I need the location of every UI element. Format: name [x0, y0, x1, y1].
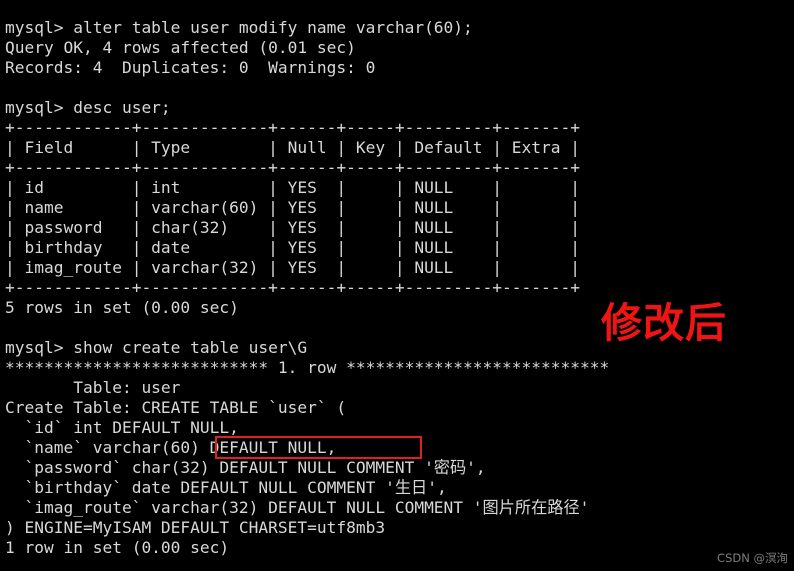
terminal-line: mysql> alter table user modify name varc…	[5, 18, 473, 37]
create-table-engine-line: ) ENGINE=MyISAM DEFAULT CHARSET=utf8mb3	[5, 518, 386, 537]
terminal-line: mysql> desc user;	[5, 98, 171, 117]
desc-table-header-row: | Field | Type | Null | Key | Default | …	[5, 138, 580, 157]
terminal-window[interactable]: mysql> alter table user modify name varc…	[0, 0, 794, 571]
create-table-column-name: `name` varchar(60) DEFAULT NULL,	[5, 438, 337, 457]
create-table-column-birthday: `birthday` date DEFAULT NULL COMMENT '生日…	[5, 478, 447, 497]
desc-table-separator-header: +------------+-------------+------+-----…	[5, 158, 580, 177]
create-table-statement-line: Create Table: CREATE TABLE `user` (	[5, 398, 347, 417]
create-table-column-password: `password` char(32) DEFAULT NULL COMMENT…	[5, 458, 486, 477]
desc-table-row: | password | char(32) | YES | | NULL | |	[5, 218, 580, 237]
desc-table-row: | id | int | YES | | NULL | |	[5, 178, 580, 197]
desc-table-separator-top: +------------+-------------+------+-----…	[5, 118, 580, 137]
create-table-name-line: Table: user	[5, 378, 181, 397]
annotation-label-after-modification: 修改后	[601, 299, 727, 347]
terminal-line: Query OK, 4 rows affected (0.01 sec)	[5, 38, 356, 57]
create-table-column-imag-route: `imag_route` varchar(32) DEFAULT NULL CO…	[5, 498, 590, 517]
create-table-column-id: `id` int DEFAULT NULL,	[5, 418, 239, 437]
csdn-watermark: CSDN @溟洵	[717, 551, 788, 565]
create-row-count: 1 row in set (0.00 sec)	[5, 538, 230, 557]
desc-table-row: | imag_route | varchar(32) | YES | | NUL…	[5, 258, 580, 277]
vertical-result-header: *************************** 1. row *****…	[5, 358, 610, 377]
desc-table-separator-bottom: +------------+-------------+------+-----…	[5, 278, 580, 297]
desc-table-row: | name | varchar(60) | YES | | NULL | |	[5, 198, 580, 217]
terminal-line: Records: 4 Duplicates: 0 Warnings: 0	[5, 58, 376, 77]
desc-table-row: | birthday | date | YES | | NULL | |	[5, 238, 580, 257]
